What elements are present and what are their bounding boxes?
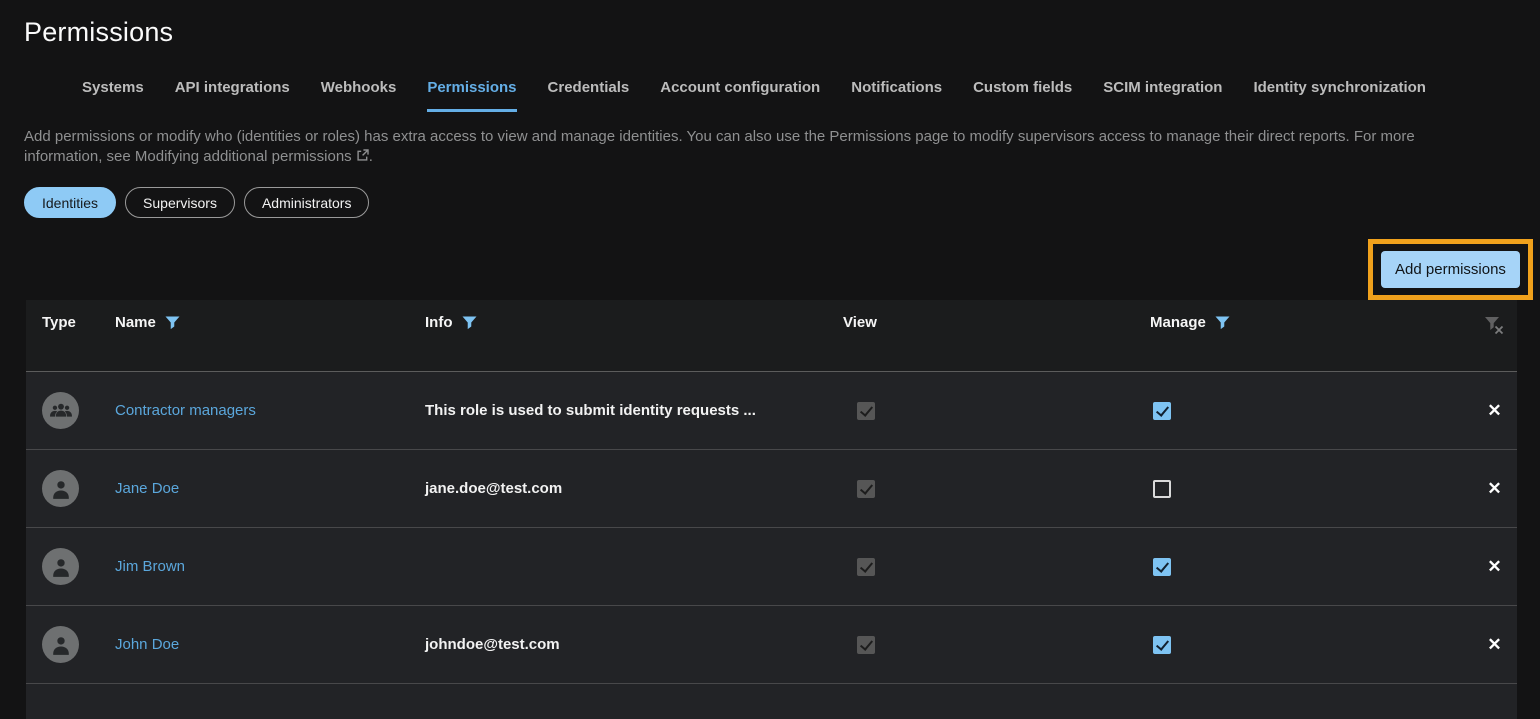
tab-api-integrations[interactable]: API integrations (175, 79, 290, 112)
description-suffix: . (369, 148, 373, 165)
manage-checkbox[interactable] (1153, 480, 1171, 498)
tab-systems[interactable]: Systems (82, 79, 144, 112)
remove-row-icon[interactable]: ✕ (1483, 632, 1505, 657)
tab-custom-fields[interactable]: Custom fields (973, 79, 1072, 112)
filter-icon-manage[interactable] (1215, 316, 1230, 330)
row-name-link[interactable]: John Doe (115, 636, 425, 653)
tab-scim-integration[interactable]: SCIM integration (1103, 79, 1222, 112)
permissions-table: Type Name Info View Manage Contractor ma… (26, 300, 1517, 719)
column-header-manage: Manage (1150, 314, 1206, 331)
view-checkbox[interactable] (857, 636, 875, 654)
person-avatar-icon (42, 626, 79, 663)
table-row: Contractor managers This role is used to… (26, 372, 1517, 450)
table-body: Contractor managers This role is used to… (26, 372, 1517, 719)
row-name-link[interactable]: Jane Doe (115, 480, 425, 497)
pill-administrators[interactable]: Administrators (244, 187, 369, 218)
view-checkbox[interactable] (857, 558, 875, 576)
tab-bar: Systems API integrations Webhooks Permis… (82, 79, 1540, 112)
filter-icon-info[interactable] (462, 316, 477, 330)
column-header-view: View (843, 314, 877, 331)
tab-identity-synchronization[interactable]: Identity synchronization (1253, 79, 1426, 112)
column-header-name: Name (115, 314, 156, 331)
row-name-link[interactable]: Contractor managers (115, 402, 425, 419)
row-info-text: jane.doe@test.com (425, 480, 843, 497)
remove-row-icon[interactable]: ✕ (1483, 476, 1505, 501)
row-info-text: johndoe@test.com (425, 636, 843, 653)
person-avatar-icon (42, 470, 79, 507)
column-header-info: Info (425, 314, 453, 331)
remove-row-icon[interactable]: ✕ (1483, 398, 1505, 423)
table-row: John Doe johndoe@test.com ✕ (26, 606, 1517, 684)
pill-supervisors[interactable]: Supervisors (125, 187, 235, 218)
external-link-icon (356, 148, 369, 168)
manage-checkbox[interactable] (1153, 402, 1171, 420)
modifying-permissions-link[interactable]: Modifying additional permissions (135, 148, 352, 165)
manage-checkbox[interactable] (1153, 636, 1171, 654)
tab-account-configuration[interactable]: Account configuration (660, 79, 820, 112)
row-info-text: This role is used to submit identity req… (425, 402, 843, 419)
highlight-box: Add permissions (1368, 239, 1533, 300)
manage-checkbox[interactable] (1153, 558, 1171, 576)
tab-credentials[interactable]: Credentials (548, 79, 630, 112)
table-row: Jane Doe jane.doe@test.com ✕ (26, 450, 1517, 528)
row-name-link[interactable]: Jim Brown (115, 558, 425, 575)
filter-icon-name[interactable] (165, 316, 180, 330)
tab-webhooks[interactable]: Webhooks (321, 79, 397, 112)
remove-row-icon[interactable]: ✕ (1483, 554, 1505, 579)
page-title: Permissions (24, 17, 1540, 48)
table-header-row: Type Name Info View Manage (26, 300, 1517, 372)
view-checkbox[interactable] (857, 402, 875, 420)
pill-identities[interactable]: Identities (24, 187, 116, 218)
page-description: Add permissions or modify who (identitie… (24, 127, 1496, 168)
view-checkbox[interactable] (857, 480, 875, 498)
clear-filters-icon[interactable] (1484, 316, 1505, 339)
filter-pill-group: Identities Supervisors Administrators (24, 187, 1540, 218)
table-row: Jim Brown ✕ (26, 528, 1517, 606)
tab-notifications[interactable]: Notifications (851, 79, 942, 112)
add-permissions-button[interactable]: Add permissions (1381, 251, 1520, 288)
tab-permissions[interactable]: Permissions (427, 79, 516, 112)
column-header-type: Type (42, 314, 76, 331)
group-avatar-icon (42, 392, 79, 429)
table-empty-area (26, 684, 1517, 719)
person-avatar-icon (42, 548, 79, 585)
